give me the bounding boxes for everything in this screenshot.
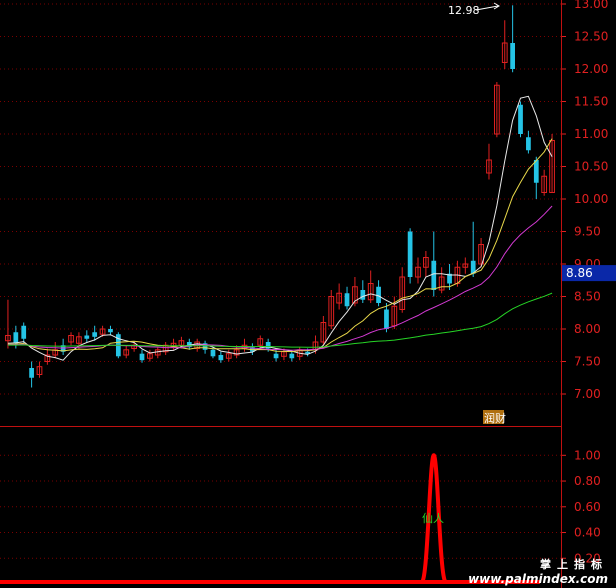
moving-averages	[7, 95, 553, 361]
candle-body-down	[139, 353, 145, 361]
tick-label: 0.40	[574, 526, 601, 540]
watermark: 掌上指标 www.palmindex.com	[468, 558, 608, 586]
tick-label: 13.00	[574, 0, 608, 11]
candle-body-down	[376, 286, 381, 303]
candle-body-down	[29, 368, 34, 378]
candle-body-down	[218, 355, 224, 361]
tick-label: 1.00	[574, 448, 601, 462]
indicator-axis: 1.000.800.600.400.20	[561, 448, 601, 565]
tick-label: 12.00	[574, 62, 608, 76]
candle-body-down	[289, 353, 295, 359]
ma10-line	[7, 138, 553, 353]
indicator-grid	[0, 454, 561, 559]
main-grid	[0, 3, 561, 395]
tick-label: 9.50	[574, 225, 601, 239]
tick-label: 11.50	[574, 95, 608, 109]
current-price-label: 8.86	[566, 266, 593, 280]
candle-body-down	[344, 293, 350, 307]
max-price-label: 12.98	[448, 4, 480, 17]
tick-label: 11.00	[574, 127, 608, 141]
candle-body-down	[84, 335, 90, 339]
candle-body-down	[92, 332, 98, 337]
tick-label: 10.50	[574, 160, 608, 174]
candle-body-down	[273, 353, 279, 359]
tick-label: 8.50	[574, 290, 601, 304]
indicator-series	[0, 453, 540, 584]
tick-label: 7.50	[574, 355, 601, 369]
candles	[5, 5, 555, 388]
candle-body-down	[533, 160, 539, 183]
tick-label: 8.00	[574, 322, 601, 336]
ma5-line	[7, 95, 553, 361]
candle-body-down	[518, 104, 523, 134]
candle-body-down	[21, 325, 27, 339]
candle-body-down	[431, 260, 437, 290]
candle-body-down	[210, 349, 216, 357]
candle-body-down	[108, 329, 113, 333]
candle-body-down	[384, 309, 389, 329]
candle-body-down	[510, 43, 515, 69]
stock-chart: 13.0012.5012.0011.5011.0010.5010.009.509…	[0, 0, 616, 588]
financial-badge: 润财	[484, 411, 506, 425]
tick-label: 12.50	[574, 30, 608, 44]
candle-body-down	[13, 332, 19, 344]
candle-body-down	[407, 231, 413, 277]
ma60-line	[7, 292, 553, 348]
indicator-label: 仙人	[422, 512, 444, 525]
candle-body-down	[526, 137, 531, 151]
tick-label: 0.80	[574, 474, 601, 488]
candle-body-down	[360, 290, 366, 300]
price-axis: 13.0012.5012.0011.5011.0010.5010.009.509…	[561, 0, 608, 401]
tick-label: 0.60	[574, 500, 601, 514]
watermark-url: www.palmindex.com	[468, 572, 608, 586]
tick-label: 10.00	[574, 192, 608, 206]
tick-label: 7.00	[574, 387, 601, 401]
watermark-brand: 掌上指标	[540, 558, 608, 571]
current-price-tag: 8.86	[562, 265, 616, 282]
